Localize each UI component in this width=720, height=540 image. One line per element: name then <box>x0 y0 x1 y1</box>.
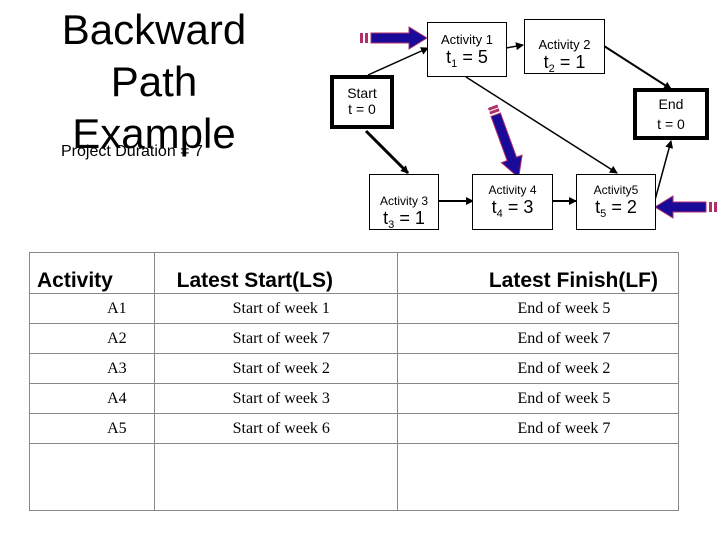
edge-a1-a2 <box>505 42 524 51</box>
cell-latest-finish: End of week 7 <box>396 413 679 444</box>
cell-latest-finish: End of week 5 <box>396 383 679 414</box>
highlight-arrow-down-icon <box>487 104 523 179</box>
cell-latest-start: Start of week 2 <box>153 353 398 384</box>
node-activity-1: Activity 1 t1 = 5 <box>427 22 507 77</box>
edge-start-a1 <box>367 47 429 76</box>
cell-latest-start: Start of week 3 <box>153 383 398 414</box>
cell-activity: A5 <box>29 413 155 444</box>
highlight-arrow-left-icon <box>654 195 717 219</box>
cell-latest-finish: End of week 7 <box>396 323 679 354</box>
edge-start-a3 <box>364 129 410 175</box>
table-row: A2 Start of week 7 End of week 7 <box>29 323 679 354</box>
cell-latest-start: Start of week 7 <box>153 323 398 354</box>
table-row: A3 Start of week 2 End of week 2 <box>29 353 679 384</box>
node-activity-5: Activity5 t5 = 2 <box>576 174 656 230</box>
cell-activity: A1 <box>29 293 155 324</box>
cell-activity: A4 <box>29 383 155 414</box>
table-empty-row <box>29 443 679 511</box>
cell-activity: A2 <box>29 323 155 354</box>
highlight-arrow-right-icon <box>360 26 428 50</box>
cell-latest-start: Start of week 1 <box>153 293 398 324</box>
header-latest-finish: Latest Finish(LF) <box>396 252 679 294</box>
table-row: A1 Start of week 1 End of week 5 <box>29 293 679 324</box>
header-latest-start: Latest Start(LS) <box>153 252 398 294</box>
edge-a5-end <box>654 140 674 201</box>
table-row: A4 Start of week 3 End of week 5 <box>29 383 679 414</box>
node-activity-2: Activity 2 t2 = 1 <box>524 19 605 75</box>
table-row: A5 Start of week 6 End of week 7 <box>29 413 679 444</box>
node-start: Start t = 0 <box>330 75 394 129</box>
header-activity: Activity <box>29 252 155 294</box>
latest-times-table: Activity Latest Start(LS) Latest Finish(… <box>29 252 679 511</box>
node-activity-3: Activity 3 t3 = 1 <box>369 174 439 231</box>
cell-latest-start: Start of week 6 <box>153 413 398 444</box>
cell-latest-finish: End of week 5 <box>396 293 679 324</box>
node-end: End t = 0 <box>633 88 709 140</box>
edge-a1-a5 <box>465 76 618 174</box>
cell-latest-finish: End of week 2 <box>396 353 679 384</box>
table-header-row: Activity Latest Start(LS) Latest Finish(… <box>29 252 679 294</box>
node-activity-4: Activity 4 t4 = 3 <box>472 174 553 230</box>
cell-activity: A3 <box>29 353 155 384</box>
edge-a2-end <box>603 45 672 90</box>
